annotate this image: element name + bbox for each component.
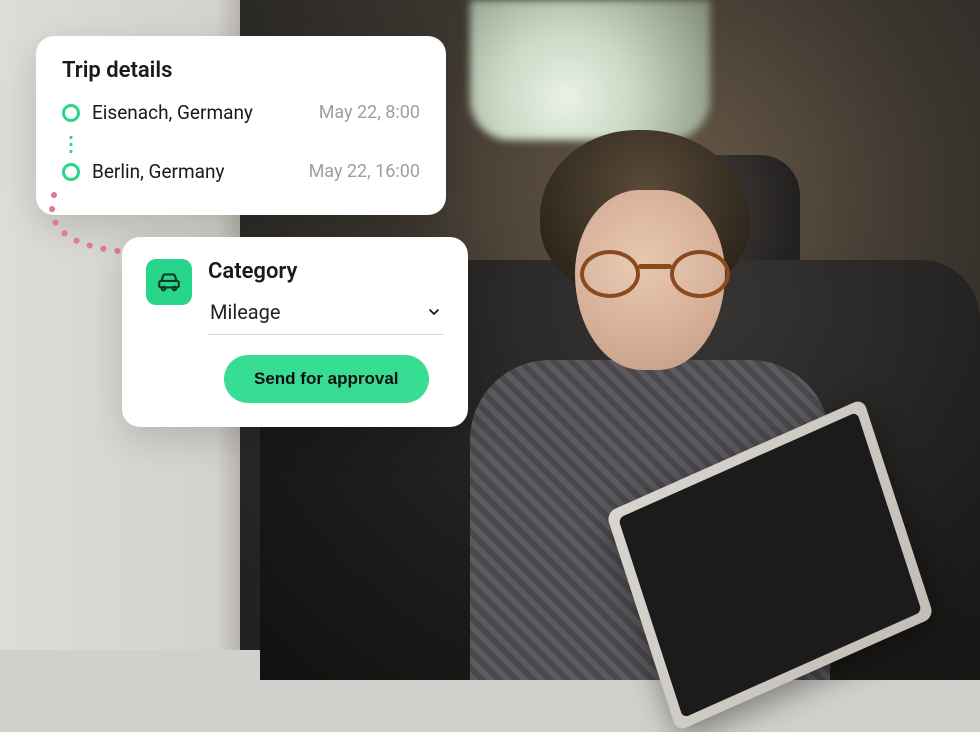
chevron-down-icon: [426, 304, 442, 320]
trip-stop-row[interactable]: Berlin, Germany May 22, 16:00: [62, 160, 420, 183]
stop-marker-icon: [62, 104, 80, 122]
category-select-value: Mileage: [210, 300, 281, 324]
route-connector-icon: [69, 134, 73, 154]
trip-stop-location: Berlin, Germany: [92, 160, 309, 183]
person-illustration: [430, 130, 850, 650]
trip-stop-row[interactable]: Eisenach, Germany May 22, 8:00: [62, 101, 420, 124]
category-card: Category Mileage Send for approval: [122, 237, 468, 427]
category-select[interactable]: Mileage: [208, 298, 444, 335]
car-icon: [146, 259, 192, 305]
stop-marker-icon: [62, 163, 80, 181]
category-title: Category: [208, 259, 444, 284]
trip-stop-time: May 22, 8:00: [319, 102, 420, 123]
trip-stop-location: Eisenach, Germany: [92, 101, 319, 124]
trip-stop-time: May 22, 16:00: [309, 161, 420, 182]
trip-details-card: Trip details Eisenach, Germany May 22, 8…: [36, 36, 446, 215]
send-for-approval-button[interactable]: Send for approval: [224, 355, 429, 403]
background-window: [470, 0, 710, 140]
trip-details-title: Trip details: [62, 58, 420, 83]
